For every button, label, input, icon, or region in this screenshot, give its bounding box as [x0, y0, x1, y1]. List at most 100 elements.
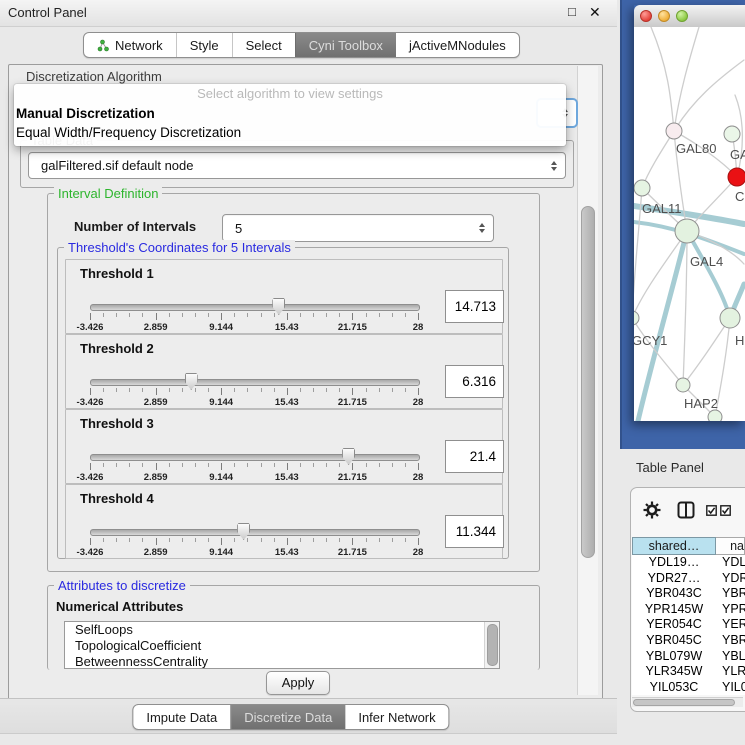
- network-node[interactable]: [728, 168, 745, 186]
- network-node[interactable]: [708, 410, 722, 421]
- mac-zoom-button[interactable]: [676, 10, 688, 22]
- network-node[interactable]: [634, 180, 650, 196]
- cell-name[interactable]: YBL0: [716, 649, 745, 665]
- close-icon[interactable]: ✕: [589, 4, 601, 21]
- table-row[interactable]: YDR27…YDR2: [632, 571, 745, 587]
- network-node[interactable]: [720, 308, 740, 328]
- network-edge[interactable]: [674, 60, 744, 131]
- tab-cyni-toolbox[interactable]: Cyni Toolbox: [295, 33, 396, 57]
- table-row[interactable]: YDL19…YDL1: [632, 555, 745, 571]
- table-row[interactable]: YLR345WYLR3: [632, 664, 745, 680]
- table-row[interactable]: YER054CYER0: [632, 617, 745, 633]
- network-node-label: H: [735, 333, 744, 348]
- control-panel-tabbar: NetworkStyleSelectCyni ToolboxjActiveMNo…: [83, 32, 520, 58]
- cell-name[interactable]: YIL0: [716, 680, 745, 695]
- number-of-intervals-combobox[interactable]: 5: [222, 214, 494, 242]
- threshold-4-slider[interactable]: -3.4262.8599.14415.4321.71528: [90, 521, 418, 557]
- cell-shared-name[interactable]: YBR045C: [632, 633, 716, 649]
- table-row[interactable]: YPR145WYPR1: [632, 602, 745, 618]
- network-node[interactable]: [634, 311, 639, 325]
- cell-shared-name[interactable]: YBL079W: [632, 649, 716, 665]
- float-window-icon[interactable]: □: [568, 4, 576, 19]
- slider-tick-labels: -3.4262.8599.14415.4321.71528: [90, 547, 418, 559]
- cell-shared-name[interactable]: YLR345W: [632, 664, 716, 680]
- list-scrollbar[interactable]: [484, 622, 499, 668]
- checkbox-icon[interactable]: [720, 505, 731, 516]
- column-header-name[interactable]: na: [716, 537, 745, 555]
- cell-name[interactable]: YER0: [716, 617, 745, 633]
- cell-name[interactable]: YDR2: [716, 571, 745, 587]
- table-row[interactable]: YIL053CYIL0: [632, 680, 745, 695]
- network-edge[interactable]: [651, 27, 674, 131]
- list-scrollbar-thumb[interactable]: [487, 624, 498, 666]
- network-node[interactable]: [675, 219, 699, 243]
- network-node[interactable]: [676, 378, 690, 392]
- network-edge[interactable]: [642, 131, 674, 188]
- algorithm-option-manual[interactable]: Manual Discretization: [14, 104, 566, 123]
- table-hscrollbar[interactable]: [632, 697, 743, 707]
- threshold-1-slider[interactable]: -3.4262.8599.14415.4321.71528: [90, 296, 418, 332]
- panel-scrollbar-thumb[interactable]: [581, 206, 595, 558]
- tab-style[interactable]: Style: [176, 33, 232, 57]
- slider-track[interactable]: [90, 304, 420, 311]
- slider-track[interactable]: [90, 379, 420, 386]
- cell-shared-name[interactable]: YPR145W: [632, 602, 716, 618]
- apply-button[interactable]: Apply: [266, 671, 330, 695]
- control-panel-titlebar: Control Panel □ ✕: [0, 0, 617, 27]
- cell-name[interactable]: YPR1: [716, 602, 745, 618]
- cell-shared-name[interactable]: YDR27…: [632, 571, 716, 587]
- mode-tab-infer-network[interactable]: Infer Network: [345, 705, 448, 729]
- attribute-list-item[interactable]: SelfLoops: [65, 622, 499, 638]
- network-edge[interactable]: [674, 27, 699, 131]
- network-edge[interactable]: [634, 318, 683, 385]
- cell-shared-name[interactable]: YBR043C: [632, 586, 716, 602]
- network-node[interactable]: [724, 126, 740, 142]
- split-columns-icon[interactable]: [677, 501, 695, 519]
- threshold-2-slider[interactable]: -3.4262.8599.14415.4321.71528: [90, 371, 418, 407]
- cell-name[interactable]: YDL1: [716, 555, 745, 571]
- slider-tick-labels: -3.4262.8599.14415.4321.71528: [90, 472, 418, 484]
- slider-ticks: [90, 463, 418, 471]
- table-panel-title: Table Panel: [636, 460, 704, 475]
- column-header-shared-name[interactable]: shared…: [632, 537, 716, 555]
- threshold-4-value-field[interactable]: 11.344: [445, 515, 504, 548]
- mac-minimize-button[interactable]: [658, 10, 670, 22]
- network-node[interactable]: [666, 123, 682, 139]
- network-edge[interactable]: [638, 231, 687, 421]
- tab-jactivemnodules[interactable]: jActiveMNodules: [396, 33, 519, 57]
- mode-tab-impute-data[interactable]: Impute Data: [133, 705, 230, 729]
- threshold-3-value-field[interactable]: 21.4: [445, 440, 504, 473]
- cell-name[interactable]: YBR0: [716, 586, 745, 602]
- cell-shared-name[interactable]: YIL053C: [632, 680, 716, 695]
- network-edge[interactable]: [634, 231, 687, 318]
- threshold-2-panel: Threshold 2 -3.4262.8599.14415.4321.7152…: [65, 334, 503, 409]
- mode-tab-discretize-data[interactable]: Discretize Data: [230, 705, 345, 729]
- attribute-list-item[interactable]: TopologicalCoefficient: [65, 638, 499, 654]
- table-row[interactable]: YBR045CYBR0: [632, 633, 745, 649]
- cell-shared-name[interactable]: YER054C: [632, 617, 716, 633]
- cell-name[interactable]: YBR0: [716, 633, 745, 649]
- mac-close-button[interactable]: [640, 10, 652, 22]
- threshold-3-slider[interactable]: -3.4262.8599.14415.4321.71528: [90, 446, 418, 482]
- tab-network[interactable]: Network: [84, 33, 176, 57]
- threshold-1-value-field[interactable]: 14.713: [445, 290, 504, 323]
- attribute-list-item[interactable]: BetweennessCentrality: [65, 654, 499, 669]
- algorithm-option-equal-width[interactable]: Equal Width/Frequency Discretization: [14, 123, 566, 142]
- table-row[interactable]: YBL079WYBL0: [632, 649, 745, 665]
- network-canvas[interactable]: GAL80GAGAL11CGAL4GCY1HHAP2: [634, 27, 745, 421]
- cell-shared-name[interactable]: YDL19…: [632, 555, 716, 571]
- slider-track[interactable]: [90, 454, 420, 461]
- tab-select[interactable]: Select: [232, 33, 295, 57]
- node-attribute-table[interactable]: shared… na YDL19…YDL1YDR27…YDR2YBR043CYB…: [632, 537, 745, 695]
- table-data-combobox[interactable]: galFiltered.sif default node: [28, 152, 566, 179]
- threshold-1-label: Threshold 1: [80, 266, 154, 281]
- checkbox-icon[interactable]: [706, 505, 717, 516]
- table-row[interactable]: YBR043CYBR0: [632, 586, 745, 602]
- cell-name[interactable]: YLR3: [716, 664, 745, 680]
- gear-icon[interactable]: [643, 501, 661, 519]
- network-window-titlebar[interactable]: [634, 5, 745, 28]
- slider-track[interactable]: [90, 529, 420, 536]
- numerical-attributes-list[interactable]: SelfLoopsTopologicalCoefficientBetweenne…: [64, 621, 500, 669]
- table-hscrollbar-thumb[interactable]: [633, 699, 735, 706]
- threshold-2-value-field[interactable]: 6.316: [445, 365, 504, 398]
